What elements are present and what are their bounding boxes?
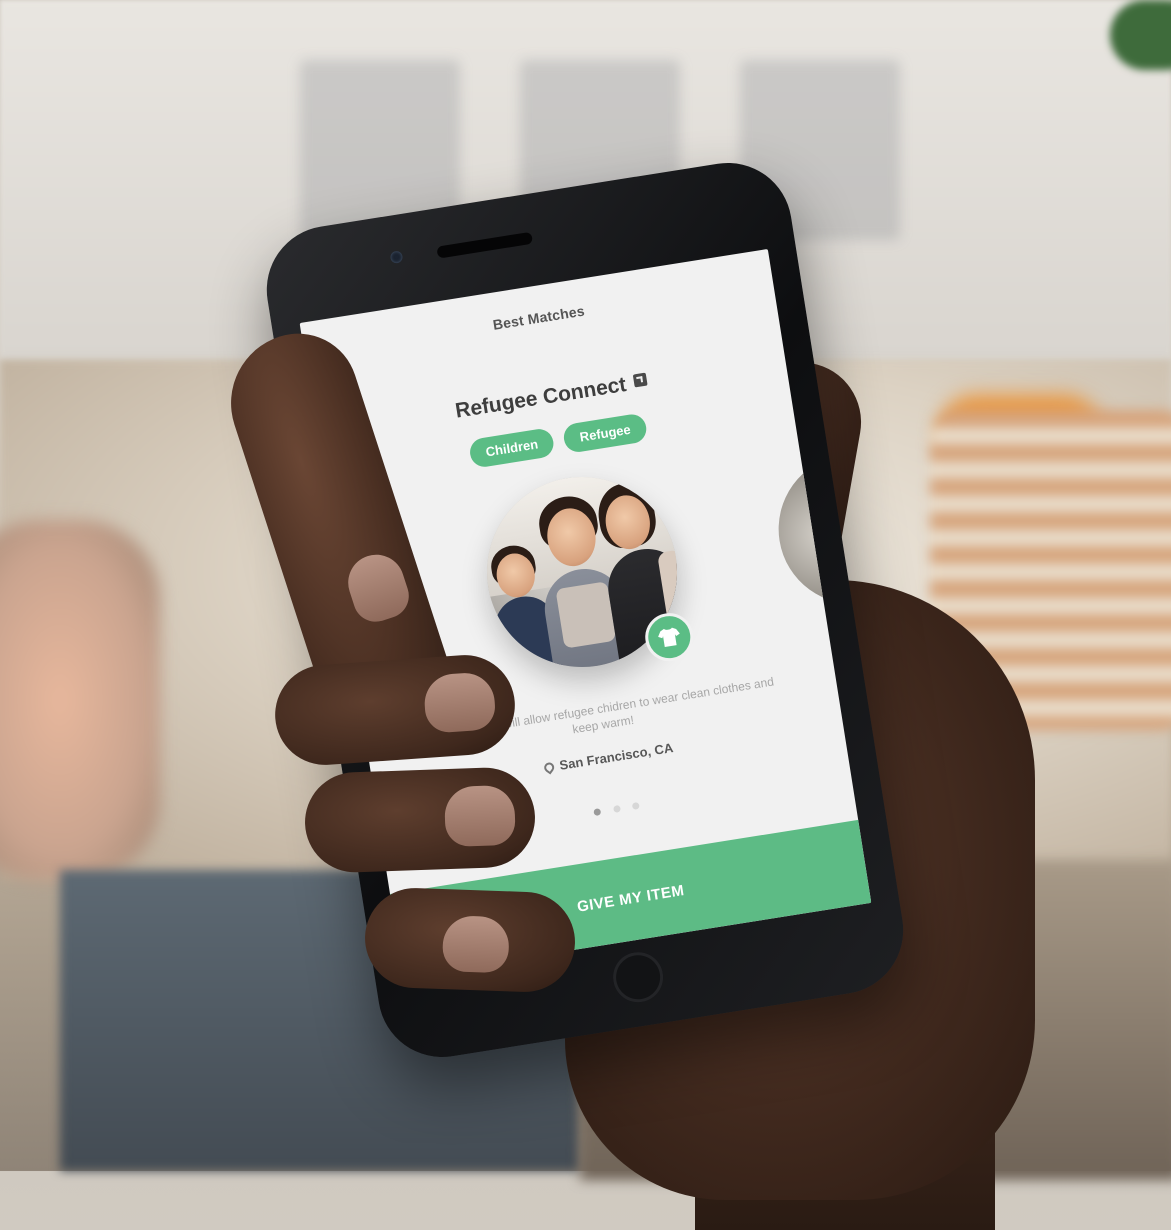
- pagination-dot-1[interactable]: [593, 808, 602, 817]
- tag-children[interactable]: Children: [467, 426, 556, 469]
- tag-refugee[interactable]: Refugee: [561, 412, 649, 455]
- external-link-icon[interactable]: [632, 372, 648, 388]
- tshirt-icon: [658, 627, 680, 647]
- location-text: San Francisco, CA: [558, 740, 675, 773]
- pagination-dot-3[interactable]: [631, 801, 640, 810]
- pagination-dot-2[interactable]: [612, 805, 621, 814]
- background-plant: [1110, 0, 1171, 70]
- organization-name[interactable]: Refugee Connect: [454, 373, 628, 423]
- photo-child-middle-shirt: [555, 581, 617, 649]
- donation-description: Your donation will allow refugee chidren…: [426, 674, 775, 744]
- background-chair: [0, 520, 160, 880]
- location-pin-icon: [541, 760, 556, 775]
